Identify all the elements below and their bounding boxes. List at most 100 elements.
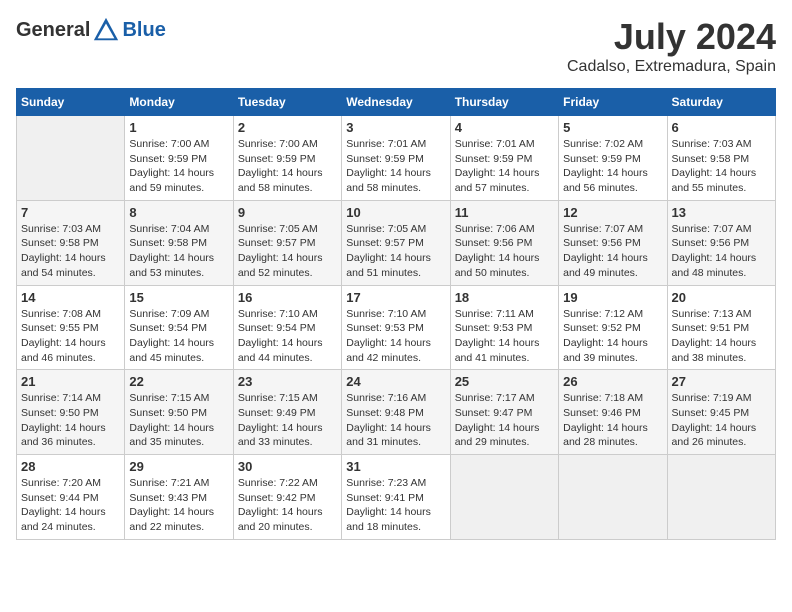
day-number: 29 <box>129 459 228 474</box>
calendar-day-cell: 25 Sunrise: 7:17 AM Sunset: 9:47 PM Dayli… <box>450 370 558 455</box>
calendar-day-cell: 24Sunrise: 7:16 AM Sunset: 9:48 PM Dayli… <box>342 370 450 455</box>
calendar-week-row: 28 Sunrise: 7:20 AM Sunset: 9:44 PM Dayli… <box>17 455 776 540</box>
day-info: Sunrise: 7:08 AM Sunset: 9:55 PM Dayligh… <box>21 307 120 366</box>
day-info: Sunrise: 7:03 AM Sunset: 9:58 PM Dayligh… <box>21 222 120 281</box>
calendar-week-row: 7 Sunrise: 7:03 AM Sunset: 9:58 PM Daylig… <box>17 200 776 285</box>
day-info: Sunrise: 7:14 AM Sunset: 9:50 PM Dayligh… <box>21 391 120 450</box>
day-number: 18 <box>455 290 554 305</box>
logo-general: General <box>16 19 90 42</box>
day-number: 23 <box>238 374 337 389</box>
weekday-header-thursday: Thursday <box>450 89 558 116</box>
calendar-day-cell: 11 Sunrise: 7:06 AM Sunset: 9:56 PM Dayli… <box>450 200 558 285</box>
day-info: Sunrise: 7:21 AM Sunset: 9:43 PM Dayligh… <box>129 476 228 535</box>
day-info: Sunrise: 7:01 AM Sunset: 9:59 PM Dayligh… <box>346 137 445 196</box>
day-info: Sunrise: 7:20 AM Sunset: 9:44 PM Dayligh… <box>21 476 120 535</box>
day-info: Sunrise: 7:00 AM Sunset: 9:59 PM Dayligh… <box>129 137 228 196</box>
day-number: 16 <box>238 290 337 305</box>
day-info: Sunrise: 7:06 AM Sunset: 9:56 PM Dayligh… <box>455 222 554 281</box>
day-number: 5 <box>563 120 662 135</box>
calendar-day-cell: 16 Sunrise: 7:10 AM Sunset: 9:54 PM Dayli… <box>233 285 341 370</box>
calendar-day-cell: 21 Sunrise: 7:14 AM Sunset: 9:50 PM Dayli… <box>17 370 125 455</box>
calendar-day-cell <box>667 455 775 540</box>
day-info: Sunrise: 7:01 AM Sunset: 9:59 PM Dayligh… <box>455 137 554 196</box>
location-subtitle: Cadalso, Extremadura, Spain <box>567 58 776 76</box>
day-info: Sunrise: 7:04 AM Sunset: 9:58 PM Dayligh… <box>129 222 228 281</box>
page-header: General Blue July 2024 Cadalso, Extremad… <box>16 16 776 76</box>
day-info: Sunrise: 7:07 AM Sunset: 9:56 PM Dayligh… <box>672 222 771 281</box>
calendar-table: SundayMondayTuesdayWednesdayThursdayFrid… <box>16 88 776 540</box>
day-info: Sunrise: 7:10 AM Sunset: 9:53 PM Dayligh… <box>346 307 445 366</box>
calendar-day-cell <box>559 455 667 540</box>
day-number: 27 <box>672 374 771 389</box>
day-number: 30 <box>238 459 337 474</box>
day-number: 15 <box>129 290 228 305</box>
weekday-header-monday: Monday <box>125 89 233 116</box>
logo-icon <box>92 16 120 44</box>
calendar-day-cell: 23 Sunrise: 7:15 AM Sunset: 9:49 PM Dayli… <box>233 370 341 455</box>
day-number: 20 <box>672 290 771 305</box>
calendar-day-cell: 14 Sunrise: 7:08 AM Sunset: 9:55 PM Dayli… <box>17 285 125 370</box>
weekday-header-tuesday: Tuesday <box>233 89 341 116</box>
day-info: Sunrise: 7:10 AM Sunset: 9:54 PM Dayligh… <box>238 307 337 366</box>
weekday-header-friday: Friday <box>559 89 667 116</box>
calendar-day-cell: 31 Sunrise: 7:23 AM Sunset: 9:41 PM Dayli… <box>342 455 450 540</box>
day-info: Sunrise: 7:05 AM Sunset: 9:57 PM Dayligh… <box>346 222 445 281</box>
day-number: 12 <box>563 205 662 220</box>
day-number: 11 <box>455 205 554 220</box>
day-info: Sunrise: 7:07 AM Sunset: 9:56 PM Dayligh… <box>563 222 662 281</box>
day-info: Sunrise: 7:15 AM Sunset: 9:49 PM Dayligh… <box>238 391 337 450</box>
day-info: Sunrise: 7:15 AM Sunset: 9:50 PM Dayligh… <box>129 391 228 450</box>
day-info: Sunrise: 7:17 AM Sunset: 9:47 PM Dayligh… <box>455 391 554 450</box>
day-number: 19 <box>563 290 662 305</box>
day-info: Sunrise: 7:02 AM Sunset: 9:59 PM Dayligh… <box>563 137 662 196</box>
weekday-header-sunday: Sunday <box>17 89 125 116</box>
day-info: Sunrise: 7:22 AM Sunset: 9:42 PM Dayligh… <box>238 476 337 535</box>
calendar-day-cell: 7 Sunrise: 7:03 AM Sunset: 9:58 PM Daylig… <box>17 200 125 285</box>
calendar-week-row: 21 Sunrise: 7:14 AM Sunset: 9:50 PM Dayli… <box>17 370 776 455</box>
day-number: 1 <box>129 120 228 135</box>
day-number: 28 <box>21 459 120 474</box>
day-number: 31 <box>346 459 445 474</box>
day-info: Sunrise: 7:03 AM Sunset: 9:58 PM Dayligh… <box>672 137 771 196</box>
calendar-day-cell: 22 Sunrise: 7:15 AM Sunset: 9:50 PM Dayli… <box>125 370 233 455</box>
day-number: 14 <box>21 290 120 305</box>
day-info: Sunrise: 7:05 AM Sunset: 9:57 PM Dayligh… <box>238 222 337 281</box>
day-info: Sunrise: 7:23 AM Sunset: 9:41 PM Dayligh… <box>346 476 445 535</box>
title-section: July 2024 Cadalso, Extremadura, Spain <box>567 16 776 76</box>
calendar-day-cell: 29 Sunrise: 7:21 AM Sunset: 9:43 PM Dayli… <box>125 455 233 540</box>
day-number: 7 <box>21 205 120 220</box>
day-number: 25 <box>455 374 554 389</box>
day-number: 13 <box>672 205 771 220</box>
weekday-header-row: SundayMondayTuesdayWednesdayThursdayFrid… <box>17 89 776 116</box>
day-info: Sunrise: 7:12 AM Sunset: 9:52 PM Dayligh… <box>563 307 662 366</box>
calendar-day-cell: 27 Sunrise: 7:19 AM Sunset: 9:45 PM Dayli… <box>667 370 775 455</box>
calendar-day-cell: 12 Sunrise: 7:07 AM Sunset: 9:56 PM Dayli… <box>559 200 667 285</box>
day-number: 4 <box>455 120 554 135</box>
day-info: Sunrise: 7:18 AM Sunset: 9:46 PM Dayligh… <box>563 391 662 450</box>
calendar-day-cell: 20 Sunrise: 7:13 AM Sunset: 9:51 PM Dayli… <box>667 285 775 370</box>
day-number: 26 <box>563 374 662 389</box>
calendar-day-cell: 18Sunrise: 7:11 AM Sunset: 9:53 PM Dayli… <box>450 285 558 370</box>
calendar-day-cell: 10Sunrise: 7:05 AM Sunset: 9:57 PM Dayli… <box>342 200 450 285</box>
calendar-day-cell: 19 Sunrise: 7:12 AM Sunset: 9:52 PM Dayli… <box>559 285 667 370</box>
calendar-day-cell: 30 Sunrise: 7:22 AM Sunset: 9:42 PM Dayli… <box>233 455 341 540</box>
day-number: 8 <box>129 205 228 220</box>
day-info: Sunrise: 7:13 AM Sunset: 9:51 PM Dayligh… <box>672 307 771 366</box>
calendar-week-row: 14 Sunrise: 7:08 AM Sunset: 9:55 PM Dayli… <box>17 285 776 370</box>
day-info: Sunrise: 7:19 AM Sunset: 9:45 PM Dayligh… <box>672 391 771 450</box>
month-year-title: July 2024 <box>567 16 776 58</box>
day-number: 17 <box>346 290 445 305</box>
calendar-day-cell: 4 Sunrise: 7:01 AM Sunset: 9:59 PM Daylig… <box>450 116 558 201</box>
calendar-day-cell <box>450 455 558 540</box>
calendar-day-cell: 2Sunrise: 7:00 AM Sunset: 9:59 PM Daylig… <box>233 116 341 201</box>
day-number: 22 <box>129 374 228 389</box>
calendar-day-cell: 3 Sunrise: 7:01 AM Sunset: 9:59 PM Daylig… <box>342 116 450 201</box>
calendar-day-cell: 8 Sunrise: 7:04 AM Sunset: 9:58 PM Daylig… <box>125 200 233 285</box>
logo: General Blue <box>16 16 166 44</box>
weekday-header-wednesday: Wednesday <box>342 89 450 116</box>
calendar-day-cell: 5 Sunrise: 7:02 AM Sunset: 9:59 PM Daylig… <box>559 116 667 201</box>
day-info: Sunrise: 7:09 AM Sunset: 9:54 PM Dayligh… <box>129 307 228 366</box>
day-info: Sunrise: 7:00 AM Sunset: 9:59 PM Dayligh… <box>238 137 337 196</box>
day-number: 21 <box>21 374 120 389</box>
day-number: 3 <box>346 120 445 135</box>
